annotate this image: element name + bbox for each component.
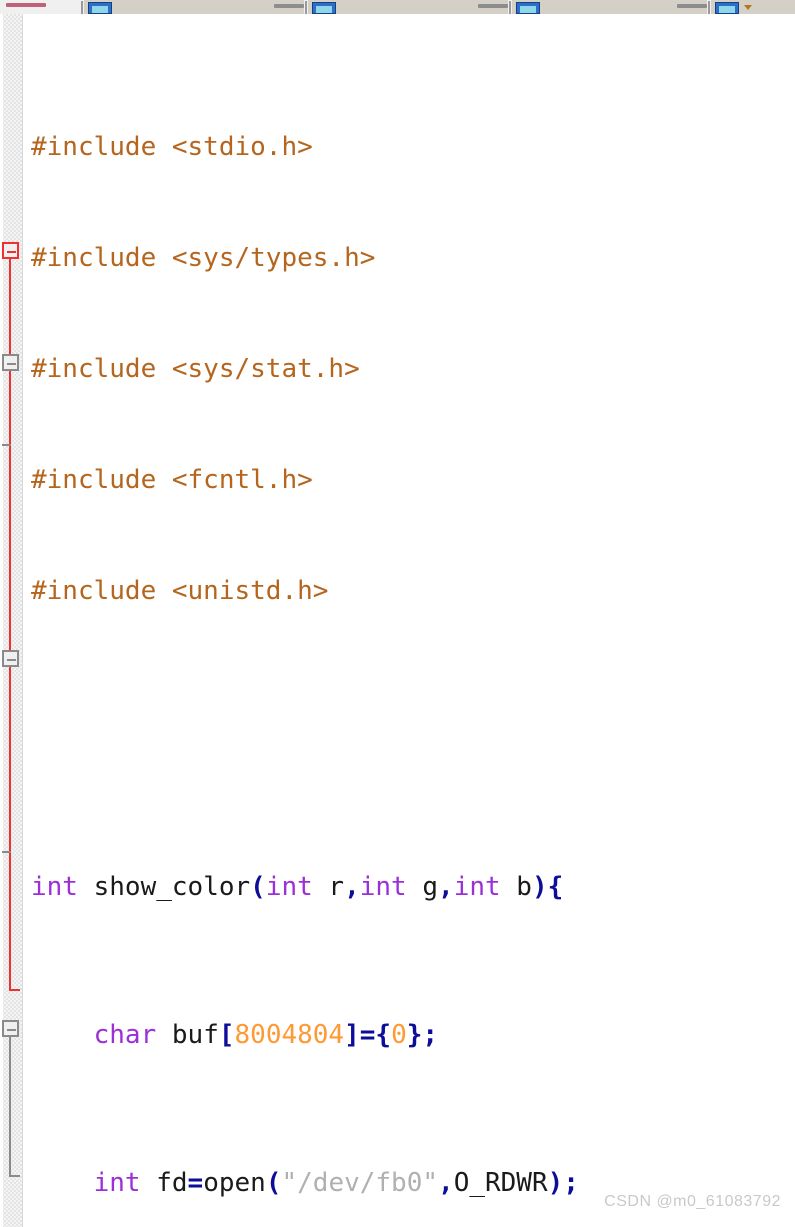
code-line[interactable]: #include <stdio.h> [31, 129, 795, 166]
line-5-include-unistd: #include <unistd.h> [31, 576, 329, 606]
pink-bar-icon[interactable] [6, 3, 46, 7]
kw-int: int [31, 872, 78, 902]
fold-marker-if-block[interactable] [2, 354, 19, 371]
fold-minus-icon [7, 363, 16, 365]
fold-minus-icon [7, 1029, 16, 1031]
buf-size: 8004804 [234, 1020, 345, 1050]
line-2-include-types: #include <sys/types.h> [31, 243, 376, 273]
code-line[interactable]: #include <fcntl.h> [31, 462, 795, 499]
toolbar-separator [305, 1, 307, 14]
toolbar [0, 0, 795, 14]
toolbar-group-1 [84, 0, 304, 14]
gray-bar-icon[interactable] [677, 4, 707, 8]
gray-bar-icon[interactable] [274, 4, 304, 8]
toolbar-group-4 [711, 0, 795, 14]
code-line[interactable]: #include <sys/types.h> [31, 240, 795, 277]
code-line[interactable]: #include <sys/stat.h> [31, 351, 795, 388]
code-line[interactable]: #include <unistd.h> [31, 573, 795, 610]
fold-tick-for-block [2, 851, 11, 853]
fold-marker-for-block[interactable] [2, 650, 19, 667]
toolbar-group-2 [308, 0, 508, 14]
watermark: CSDN @m0_61083792 [604, 1193, 781, 1210]
fold-gutter[interactable] [0, 14, 23, 1227]
fold-minus-icon [7, 659, 16, 661]
blue-window-icon[interactable] [516, 2, 540, 14]
caret-down-icon[interactable] [744, 5, 752, 10]
code-text[interactable]: #include <stdio.h> #include <sys/types.h… [23, 14, 795, 1227]
code-editor-window: #include <stdio.h> #include <sys/types.h… [0, 0, 795, 1227]
fold-marker-show-color[interactable] [2, 242, 19, 259]
code-line-blank[interactable] [31, 721, 795, 758]
line-4-include-fcntl: #include <fcntl.h> [31, 465, 313, 495]
fold-marker-main[interactable] [2, 1020, 19, 1037]
fold-line-main [9, 1037, 11, 1177]
toolbar-separator [81, 1, 83, 14]
device-path-string: "/dev/fb0" [281, 1168, 439, 1198]
toolbar-separator [509, 1, 511, 14]
gutter-edge [0, 14, 3, 1227]
gray-bar-icon[interactable] [478, 4, 508, 8]
fn-show-color: show_color [77, 872, 251, 902]
fold-hook-main [9, 1175, 20, 1177]
code-line[interactable]: int show_color(int r,int g,int b){ [31, 869, 795, 906]
editor-area: #include <stdio.h> #include <sys/types.h… [0, 14, 795, 1227]
line-3-include-stat: #include <sys/stat.h> [31, 354, 360, 384]
code-scroll-area[interactable]: #include <stdio.h> #include <sys/types.h… [23, 14, 795, 1227]
fold-hook-show-color [9, 989, 20, 991]
toolbar-separator [708, 1, 710, 14]
toolbar-group-left [0, 0, 80, 14]
toolbar-group-3 [512, 0, 707, 14]
line-1-include-stdio: #include <stdio.h> [31, 132, 313, 162]
blue-window-icon[interactable] [312, 2, 336, 14]
blue-window-icon[interactable] [715, 2, 739, 14]
fold-tick-if-block [2, 444, 11, 446]
fold-minus-icon [7, 251, 16, 253]
code-line[interactable]: char buf[8004804]={0}; [31, 1017, 795, 1054]
blue-window-icon[interactable] [88, 2, 112, 14]
